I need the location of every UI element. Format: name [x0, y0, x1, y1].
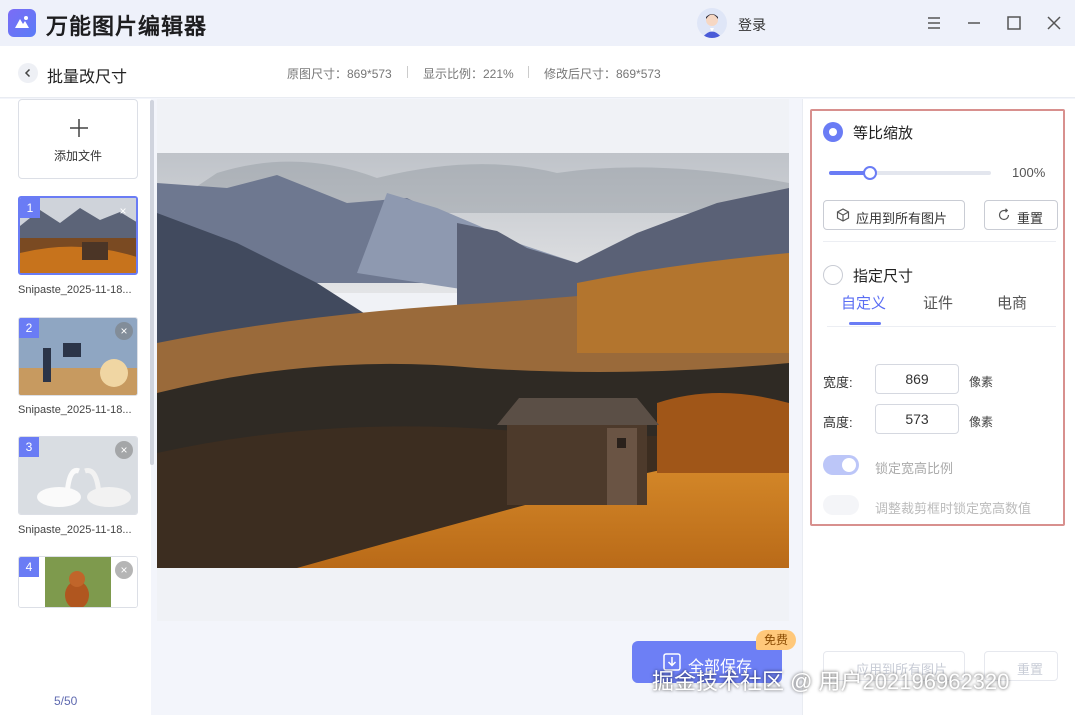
scale-slider-handle[interactable]	[862, 166, 877, 180]
thumbnail-filename: Snipaste_2025-11-18...	[18, 284, 132, 296]
lock-crop-toggle[interactable]	[823, 495, 859, 515]
back-button[interactable]	[18, 63, 38, 83]
tab-ecommerce[interactable]: 电商	[997, 292, 1027, 313]
apply-all-label: 应用到所有图片	[856, 211, 948, 226]
reset-button[interactable]: 重置	[984, 200, 1058, 230]
file-list-scrollbar[interactable]	[150, 100, 154, 465]
specify-size-label: 指定尺寸	[853, 268, 914, 285]
free-badge: 免费	[756, 630, 796, 650]
remove-file-icon[interactable]: ×	[114, 202, 132, 220]
remove-file-icon[interactable]: ×	[115, 441, 133, 459]
width-label: 宽度:	[823, 375, 853, 390]
preview-image	[157, 153, 789, 568]
remove-file-icon[interactable]: ×	[115, 561, 133, 579]
thumbnail-index: 1	[20, 198, 40, 218]
menu-icon[interactable]	[922, 11, 946, 35]
file-list-panel: 添加文件 1 × Snipaste_2025-11-18... 2 × Snip…	[0, 99, 151, 715]
height-label: 高度:	[823, 415, 853, 430]
tab-custom[interactable]: 自定义	[841, 292, 886, 313]
apply-all-button[interactable]: 应用到所有图片	[823, 200, 965, 230]
file-count: 5/50	[54, 694, 78, 708]
app-logo-icon	[8, 9, 36, 37]
page-title: 批量改尺寸	[47, 69, 128, 86]
specify-size-radio[interactable]	[823, 265, 843, 285]
width-unit: 像素	[969, 375, 994, 389]
divider	[823, 241, 1056, 242]
thumbnail-2[interactable]: 2 ×	[18, 317, 138, 396]
user-avatar[interactable]	[697, 8, 727, 38]
maximize-icon[interactable]	[1002, 11, 1026, 35]
thumbnail-4[interactable]: 4 ×	[18, 556, 138, 608]
watermark: 掘金技术社区 @ 用户202196962320	[652, 669, 1010, 694]
reset-ghost-label: 重置	[1017, 662, 1044, 677]
cube-icon	[836, 208, 850, 222]
login-link[interactable]: 登录	[738, 15, 766, 35]
remove-file-icon[interactable]: ×	[115, 322, 133, 340]
reset-label: 重置	[1017, 211, 1044, 226]
plus-icon	[70, 119, 88, 137]
thumbnail-index: 4	[19, 557, 39, 577]
divider	[528, 66, 529, 78]
tab-id-photo[interactable]: 证件	[923, 292, 953, 313]
divider	[407, 66, 408, 78]
reset-icon	[998, 208, 1010, 221]
scale-slider[interactable]	[829, 166, 991, 180]
divider	[827, 326, 1056, 327]
width-input[interactable]	[875, 364, 959, 394]
minimize-icon[interactable]	[962, 11, 986, 35]
proportional-radio[interactable]	[823, 122, 843, 142]
lock-ratio-label: 锁定宽高比例	[875, 461, 954, 476]
height-unit: 像素	[969, 415, 994, 429]
thumbnail-1[interactable]: 1 ×	[18, 196, 138, 275]
lock-crop-label: 调整裁剪框时锁定宽高数值	[875, 501, 1032, 516]
app-title: 万能图片编辑器	[46, 14, 208, 39]
display-ratio-info: 显示比例：221%	[423, 67, 514, 81]
proportional-label: 等比缩放	[853, 125, 914, 142]
title-bar: 万能图片编辑器 登录	[0, 0, 1075, 46]
add-file-label: 添加文件	[53, 149, 102, 163]
thumbnail-filename: Snipaste_2025-11-18...	[18, 524, 132, 536]
thumbnail-3[interactable]: 3 ×	[18, 436, 138, 515]
add-file-button[interactable]: 添加文件	[18, 99, 138, 179]
active-tab-indicator	[849, 322, 881, 325]
thumbnail-index: 3	[19, 437, 39, 457]
height-input[interactable]	[875, 404, 959, 434]
sub-header: 批量改尺寸 原图尺寸：869*573 显示比例：221% 修改后尺寸：869*5…	[0, 46, 1075, 98]
lock-ratio-toggle[interactable]	[823, 455, 859, 475]
close-icon[interactable]	[1042, 11, 1066, 35]
thumbnail-index: 2	[19, 318, 39, 338]
scale-percent: 100%	[1012, 165, 1046, 180]
modified-size-info: 修改后尺寸：869*573	[544, 67, 661, 81]
thumbnail-filename: Snipaste_2025-11-18...	[18, 404, 132, 416]
original-size-info: 原图尺寸：869*573	[287, 67, 392, 81]
